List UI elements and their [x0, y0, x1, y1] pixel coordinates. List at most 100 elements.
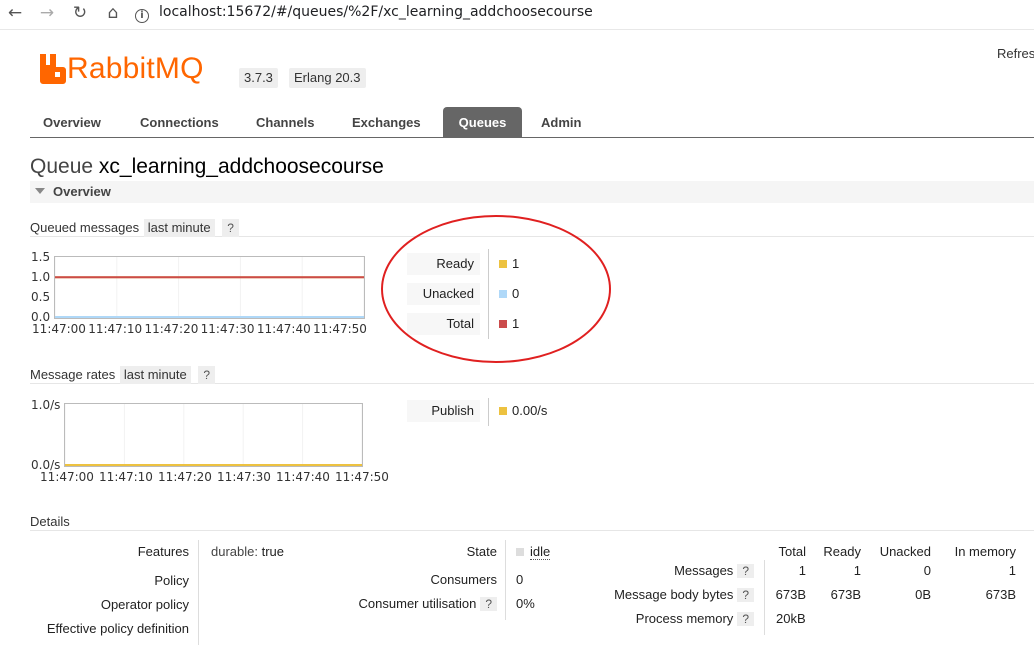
erlang-badge: Erlang 20.3 [289, 68, 366, 88]
version-badge: 3.7.3 [239, 68, 278, 88]
y-tick-label: 0.5 [31, 290, 51, 304]
queued-messages-heading: Queued messages last minute ? [30, 219, 1034, 237]
consumers-value: 0 [516, 572, 524, 587]
body-bytes-help-button[interactable]: ? [737, 588, 754, 602]
legend-ready-label: Ready [407, 253, 480, 275]
x-tick-label: 11:47:00 [40, 470, 94, 484]
queued-messages-plot [54, 257, 365, 318]
y-tick-label: 1.0 [31, 270, 51, 284]
policy-label: Policy [154, 573, 189, 588]
tab-admin[interactable]: Admin [528, 107, 594, 137]
consumer-utilisation-label: Consumer utilisation? [330, 596, 497, 611]
publish-swatch [499, 407, 507, 415]
consumer-utilisation-value: 0% [516, 596, 535, 611]
ready-count: 1 [512, 256, 520, 271]
tab-queues[interactable]: Queues [443, 107, 522, 137]
overview-section-toggle[interactable]: Overview [30, 181, 1034, 203]
rates-range-selector[interactable]: last minute [119, 366, 191, 384]
table-cell: 0B [915, 587, 931, 602]
col-unacked-header: Unacked [879, 544, 931, 559]
details-heading: Details [30, 513, 1034, 531]
message-rates-chart [64, 403, 363, 467]
x-tick-label: 11:47:50 [335, 470, 389, 484]
y-tick-label: 1.0/s [31, 398, 61, 412]
legend-total-label: Total [407, 313, 480, 335]
info-icon[interactable]: i [135, 9, 149, 23]
browser-toolbar: ← → ↻ ⌂ i localhost:15672/#/queues/%2F/xc… [0, 0, 1034, 26]
refresh-control[interactable]: Refres [997, 46, 1034, 61]
state-value: idle [516, 544, 551, 560]
tab-connections[interactable]: Connections [127, 107, 232, 137]
address-bar[interactable]: i localhost:15672/#/queues/%2F/xc_learnin… [135, 0, 835, 26]
message-rates-heading: Message rates last minute ? [30, 366, 1034, 384]
col-total-header: Total [778, 544, 806, 559]
back-icon[interactable]: ← [5, 3, 25, 23]
tab-channels[interactable]: Channels [243, 107, 328, 137]
x-tick-label: 11:47:40 [256, 322, 311, 336]
table-cell: 673B [830, 587, 861, 602]
queued-range-selector[interactable]: last minute [143, 219, 215, 237]
table-cell: 1 [853, 563, 861, 578]
main-tabs: Overview Connections Channels Exchanges … [30, 107, 1034, 138]
total-count: 1 [512, 316, 520, 331]
queue-name: xc_learning_addchoosecourse [98, 155, 384, 178]
row-process-memory-label: Process memory? [600, 611, 754, 626]
x-tick-label: 11:47:10 [99, 470, 153, 484]
y-tick-label: 1.5 [31, 250, 51, 264]
messages-help-button[interactable]: ? [737, 564, 754, 578]
home-icon[interactable]: ⌂ [103, 3, 123, 23]
x-tick-label: 11:47:00 [32, 322, 86, 336]
table-cell: 1 [1008, 563, 1016, 578]
x-tick-label: 11:47:30 [217, 470, 271, 484]
state-indicator [516, 548, 524, 556]
logo-wordmark: RabbitMQ [67, 52, 204, 85]
table-cell: 673B [775, 587, 806, 602]
features-value: durable: true [211, 544, 285, 559]
unacked-swatch [499, 290, 507, 298]
process-memory-help-button[interactable]: ? [737, 612, 754, 626]
table-cell: 0 [923, 563, 931, 578]
features-label: Features [137, 544, 189, 559]
toolbar-divider [0, 29, 1034, 30]
legend-unacked-label: Unacked [407, 283, 480, 305]
consumer-util-help-button[interactable]: ? [480, 597, 497, 611]
legend-divider [488, 249, 489, 339]
col-inmemory-header: In memory [954, 544, 1016, 559]
consumers-label: Consumers [430, 572, 497, 587]
tab-exchanges[interactable]: Exchanges [339, 107, 434, 137]
rabbit-logo-icon [40, 54, 66, 84]
tab-overview[interactable]: Overview [30, 107, 114, 137]
table-cell: 1 [798, 563, 806, 578]
legend-publish-label: Publish [407, 400, 480, 422]
queued-messages-chart [54, 256, 365, 319]
unacked-count: 0 [512, 286, 520, 301]
queued-help-button[interactable]: ? [222, 219, 239, 237]
publish-rate: 0.00/s [512, 403, 548, 418]
operator-policy-label: Operator policy [100, 597, 189, 612]
x-tick-label: 11:47:50 [313, 322, 367, 336]
total-swatch [499, 320, 507, 328]
message-rates-plot [64, 404, 363, 466]
col-ready-header: Ready [823, 544, 861, 559]
legend-divider [488, 398, 489, 426]
effective-policy-label: Effective policy definition [46, 621, 189, 636]
table-cell: 20kB [776, 611, 806, 626]
rates-help-button[interactable]: ? [198, 366, 216, 384]
forward-icon[interactable]: → [37, 3, 57, 23]
page-title: Queue xc_learning_addchoosecourse [30, 155, 384, 178]
url-text: localhost:15672/#/queues/%2F/xc_learning… [159, 4, 593, 20]
reload-icon[interactable]: ↻ [70, 3, 90, 23]
details-divider [198, 540, 199, 645]
ready-swatch [499, 260, 507, 268]
table-cell: 673B [985, 587, 1016, 602]
x-tick-label: 11:47:40 [276, 470, 330, 484]
row-body-bytes-label: Message body bytes? [600, 587, 754, 602]
x-tick-label: 11:47:30 [200, 322, 255, 336]
details-divider [505, 540, 506, 620]
state-label: State [466, 544, 497, 559]
x-tick-label: 11:47:20 [158, 470, 212, 484]
x-tick-label: 11:47:20 [144, 322, 199, 336]
x-tick-label: 11:47:10 [88, 322, 143, 336]
collapse-triangle-icon [35, 188, 45, 194]
row-messages-label: Messages? [600, 563, 754, 578]
